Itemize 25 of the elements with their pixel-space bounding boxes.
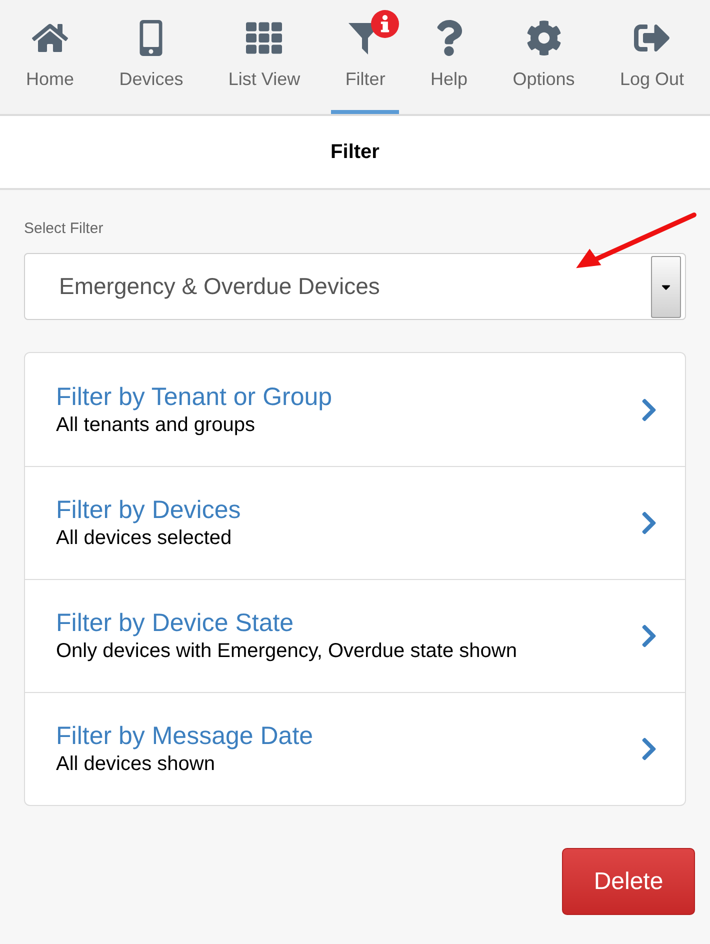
select-label: Select Filter	[24, 219, 104, 239]
filter-title: Filter by Message Date	[56, 721, 314, 751]
nav-tab[interactable]: Log Out	[606, 10, 698, 114]
filter-summary: All devices shown	[56, 752, 216, 777]
delete-button[interactable]: Delete	[562, 848, 695, 915]
filter-select[interactable]: Emergency & Overdue Devices	[24, 253, 686, 320]
filter-title: Filter by Devices	[56, 495, 241, 525]
filter-title: Filter by Device State	[56, 608, 295, 638]
nav-tab[interactable]: Options	[498, 10, 589, 114]
page-title: Filter	[330, 140, 380, 165]
nav-tab[interactable]: Help	[416, 10, 482, 114]
filter-title: Filter by Tenant or Group	[56, 382, 332, 412]
filter-item[interactable]: Filter by Message Date All devices shown	[25, 692, 685, 805]
nav-tab[interactable]: List View	[214, 10, 314, 114]
filter-summary: Only devices with Emergency, Overdue state shown	[56, 639, 517, 664]
settings-icon	[526, 20, 562, 56]
filter-summary: All devices selected	[56, 526, 233, 551]
nav-tab[interactable]: Devices	[105, 10, 198, 114]
filter-item[interactable]: Filter by Tenant or Group All tenants and groups	[25, 353, 685, 466]
grid-icon	[246, 20, 282, 56]
nav-tab[interactable]: Home	[12, 10, 88, 114]
filter-summary: All tenants and groups	[56, 412, 256, 438]
filter-item[interactable]: Filter by Devices All devices selected	[25, 466, 685, 579]
dropdown-button[interactable]	[651, 256, 681, 318]
filter-item[interactable]: Filter by Device State Only devices with Emergency, Overdue state shown	[25, 579, 685, 692]
